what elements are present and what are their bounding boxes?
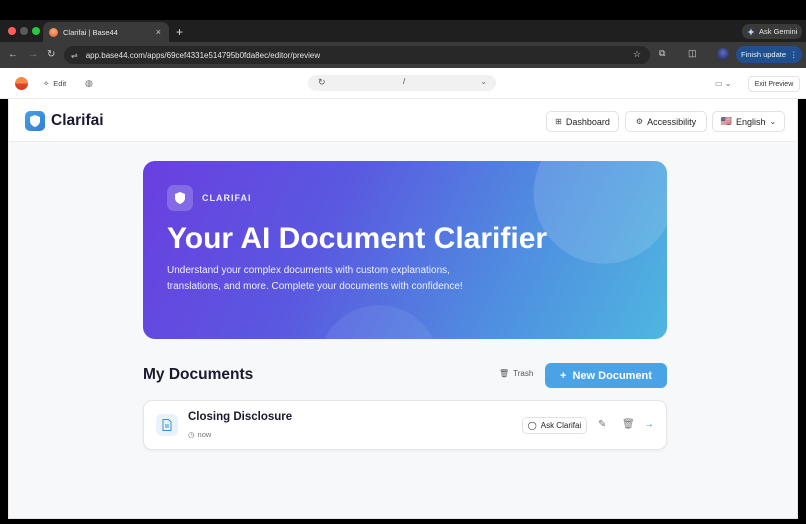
route-path: / bbox=[403, 77, 406, 86]
extensions-icon[interactable]: ⧉ bbox=[659, 48, 665, 59]
route-selector[interactable]: ↻ / ⌄ bbox=[308, 75, 496, 91]
forward-icon[interactable]: → bbox=[28, 48, 38, 62]
shield-logo-icon[interactable] bbox=[25, 111, 45, 131]
tab-title: Clarifai | Base44 bbox=[63, 27, 118, 37]
file-text-icon bbox=[156, 414, 178, 436]
profile-avatar[interactable] bbox=[717, 48, 729, 60]
delete-trash-icon[interactable]: 🗑 bbox=[622, 419, 635, 430]
hero-shield-icon bbox=[167, 185, 193, 211]
menu-icon: ⋮ bbox=[790, 50, 798, 59]
dashboard-button[interactable]: ⊞ Dashboard bbox=[546, 111, 619, 132]
exit-preview-button[interactable]: Exit Preview bbox=[748, 76, 800, 92]
language-label: English bbox=[735, 116, 766, 127]
edit-label: Edit bbox=[53, 79, 67, 88]
ask-gemini-button[interactable]: Ask Gemini bbox=[742, 24, 802, 39]
trash-icon: 🗑 bbox=[499, 369, 510, 378]
minimize-window-button[interactable] bbox=[20, 27, 28, 35]
tab-close-icon[interactable]: × bbox=[156, 27, 161, 37]
trash-label: Trash bbox=[513, 369, 534, 378]
document-glyph-icon bbox=[162, 419, 172, 431]
url-text: app.base44.com/apps/69cef4331e514795b0fd… bbox=[85, 50, 321, 60]
app-preview: Clarifai ⊞ Dashboard ⚙ Accessibility 🇺🇸 … bbox=[8, 99, 798, 519]
ask-clarifai-button[interactable]: ◯ Ask Clarifai bbox=[522, 417, 587, 434]
refresh-icon[interactable]: ↻ bbox=[318, 77, 326, 88]
language-selector[interactable]: 🇺🇸 English ⌄ bbox=[712, 111, 785, 132]
open-arrow-icon[interactable]: → bbox=[644, 419, 654, 430]
chevron-down-icon: ⌄ bbox=[769, 117, 777, 126]
edit-pencil-icon[interactable]: ✎ bbox=[598, 419, 606, 430]
finish-update-button[interactable]: Finish update ⋮ bbox=[736, 46, 802, 63]
section-title: My Documents bbox=[143, 366, 254, 383]
ask-clarifai-label: Ask Clarifai bbox=[540, 421, 582, 430]
star-icon[interactable]: ☆ bbox=[633, 49, 641, 60]
dashboard-label: Dashboard bbox=[565, 116, 610, 127]
accessibility-button[interactable]: ⚙ Accessibility bbox=[625, 111, 707, 132]
new-tab-button[interactable]: + bbox=[176, 24, 183, 40]
split-screen-icon[interactable]: ◫ bbox=[688, 48, 697, 59]
accessibility-label: Accessibility bbox=[647, 116, 697, 127]
hero-title: Your AI Document Clarifier bbox=[167, 222, 548, 255]
sliders-icon: ⚙ bbox=[635, 117, 644, 126]
new-document-label: New Document bbox=[572, 369, 652, 382]
device-preview-icon[interactable]: ▭ ⌄ bbox=[715, 79, 731, 88]
hero-description: Understand your complex documents with c… bbox=[167, 265, 463, 292]
back-icon[interactable]: ← bbox=[8, 48, 18, 62]
palette-icon[interactable]: ◍ bbox=[85, 78, 93, 89]
brand-name[interactable]: Clarifai bbox=[51, 111, 104, 131]
maximize-window-button[interactable] bbox=[32, 27, 40, 35]
new-document-button[interactable]: + New Document bbox=[545, 363, 667, 388]
wand-icon: ✧ bbox=[43, 79, 50, 88]
document-card[interactable]: Closing Disclosure ◷ now ◯ Ask Clarifai … bbox=[143, 400, 667, 450]
hero-kicker: CLARIFAI bbox=[202, 193, 252, 203]
shield-icon bbox=[175, 192, 185, 204]
grid-icon: ⊞ bbox=[555, 117, 562, 126]
hero-banner: CLARIFAI Your AI Document Clarifier Unde… bbox=[143, 161, 667, 339]
app-header: Clarifai ⊞ Dashboard ⚙ Accessibility 🇺🇸 … bbox=[9, 99, 797, 142]
edit-button[interactable]: ✧ Edit bbox=[43, 79, 66, 88]
ask-gemini-label: Ask Gemini bbox=[759, 27, 798, 36]
clock-icon: ◷ bbox=[188, 430, 195, 439]
url-bar[interactable]: ⇌ app.base44.com/apps/69cef4331e514795b0… bbox=[64, 46, 650, 64]
chat-bubble-icon: ◯ bbox=[527, 421, 537, 430]
document-time: now bbox=[197, 430, 212, 439]
gemini-sparkle-icon bbox=[747, 27, 755, 36]
shield-icon bbox=[30, 115, 40, 127]
os-top-bar bbox=[0, 0, 806, 20]
reload-icon[interactable]: ↻ bbox=[47, 48, 55, 62]
site-info-icon[interactable]: ⇌ bbox=[71, 51, 78, 60]
plus-icon: + bbox=[560, 369, 567, 382]
browser-tab[interactable]: Clarifai | Base44 × bbox=[43, 22, 169, 42]
chevron-down-icon: ⌄ bbox=[480, 77, 487, 86]
trash-button[interactable]: 🗑 Trash bbox=[499, 369, 533, 378]
document-timestamp: ◷ now bbox=[188, 430, 211, 439]
us-flag-icon: 🇺🇸 bbox=[720, 116, 732, 126]
close-window-button[interactable] bbox=[8, 27, 16, 35]
document-name: Closing Disclosure bbox=[188, 411, 293, 423]
favicon-icon bbox=[49, 27, 58, 37]
base44-logo[interactable] bbox=[15, 77, 28, 90]
finish-update-label: Finish update bbox=[741, 50, 787, 59]
